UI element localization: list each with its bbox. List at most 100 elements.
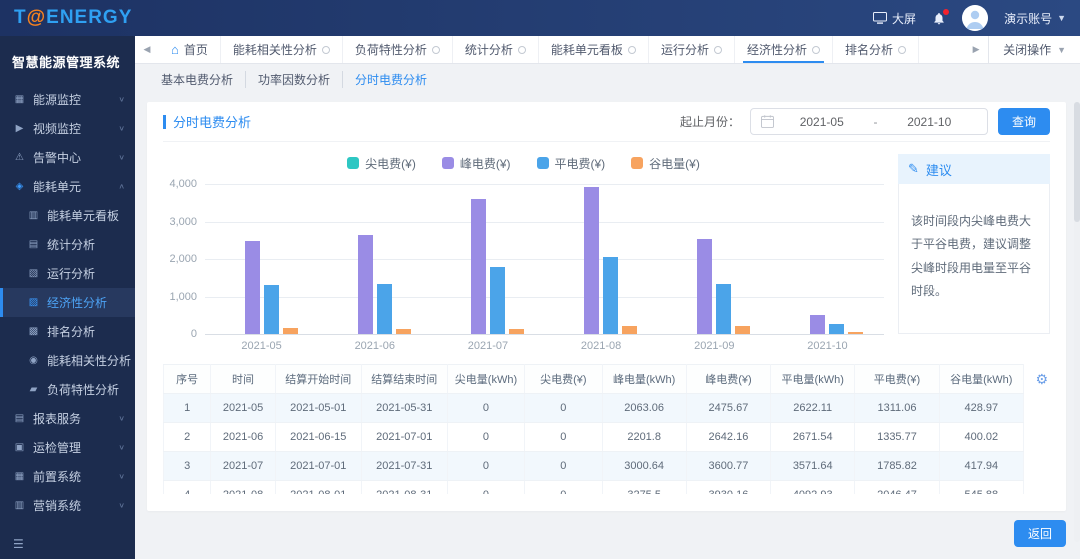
chevron-up-icon: ∧ [118,182,125,191]
sub-tabs-bar: 基本电费分析 功率因数分析 分时电费分析 [135,64,1080,94]
sidebar-item-marketing-system[interactable]: ▥ 营销系统 ∨ [0,491,135,520]
table-cell: 1335.77 [854,422,940,452]
bar-谷电量(¥)-2021-06[interactable] [395,328,411,334]
chevron-down-icon: ▼ [1057,44,1066,55]
notification-bell-button[interactable] [932,8,950,26]
bar-峰电费(¥)-2021-06[interactable] [357,234,373,334]
tab-home[interactable]: ⌂ 首页 [159,36,221,63]
tab-label: 能耗相关性分析 [232,43,317,57]
sidebar-collapse-button[interactable]: ☰ [0,531,135,559]
tab-close-icon[interactable] [897,45,906,54]
table-settings-gear-icon[interactable]: ⚙ [1035,371,1048,388]
sidebar-item-alarm-center[interactable]: ⚠ 告警中心 ∨ [0,143,135,172]
tab-close-icon[interactable] [431,45,440,54]
chevron-down-icon: ∨ [118,95,125,104]
bar-谷电量(¥)-2021-10[interactable] [848,332,864,334]
back-button[interactable]: 返回 [1013,520,1066,547]
bar-谷电量(¥)-2021-07[interactable] [508,329,524,334]
end-month-value[interactable]: 2021-10 [881,115,977,129]
legend-item-峰电费(¥)[interactable]: 峰电费(¥) [441,155,511,172]
logo-text: T [14,7,27,28]
logo-text-rest: ENERGY [46,7,133,28]
bar-平电费(¥)-2021-06[interactable] [376,283,392,334]
sidebar-item-energy-unit-board[interactable]: ▥ 能耗单元看板 [0,201,135,230]
month-range-picker[interactable]: 2021-05 - 2021-10 [749,108,988,135]
subtab-power-factor[interactable]: 功率因数分析 [245,70,342,88]
tab-energy-unit-board[interactable]: 能耗单元看板 [539,36,649,63]
table-cell: 2021-07-01 [361,422,448,452]
alarm-center-icon: ⚠ [15,152,24,163]
sidebar-item-load-characteristic-analysis[interactable]: ▰ 负荷特性分析 [0,375,135,404]
bar-平电费(¥)-2021-07[interactable] [489,267,505,334]
bar-峰电费(¥)-2021-09[interactable] [697,239,713,334]
sidebar-item-front-system[interactable]: ▦ 前置系统 ∨ [0,462,135,491]
tab-close-icon[interactable] [811,45,820,54]
tab-load-characteristic[interactable]: 负荷特性分析 [343,36,453,63]
chart-plot-area: 0 1,000 2,000 3,000 4,000 [169,178,884,340]
table-cell: 2021-05-31 [361,393,448,423]
sidebar-item-ranking-analysis[interactable]: ▩ 排名分析 [0,317,135,346]
sidebar-item-energy-correlation-analysis[interactable]: ◉ 能耗相关性分析 [0,346,135,375]
bar-谷电量(¥)-2021-05[interactable] [282,328,298,334]
bar-平电费(¥)-2021-05[interactable] [263,284,279,334]
tab-stat-analysis[interactable]: 统计分析 [453,36,539,63]
sidebar-item-label: 报表服务 [33,412,82,426]
bar-谷电量(¥)-2021-08[interactable] [622,326,638,334]
bar-峰电费(¥)-2021-05[interactable] [244,241,260,334]
account-menu[interactable]: 演示账号 ▼ [1004,10,1066,27]
scrollbar[interactable] [1074,102,1080,542]
chevron-down-icon: ∨ [118,443,125,452]
sidebar-item-operation-analysis[interactable]: ▧ 运行分析 [0,259,135,288]
tab-close-icon[interactable] [627,45,636,54]
sidebar-item-energy-unit[interactable]: ◈ 能耗单元 ∧ [0,172,135,201]
bar-谷电量(¥)-2021-09[interactable] [735,325,751,334]
avatar[interactable] [962,5,989,31]
tab-operation-analysis[interactable]: 运行分析 [649,36,735,63]
subtab-tou-fee[interactable]: 分时电费分析 [342,70,439,88]
home-icon: ⌂ [171,42,179,57]
table-row[interactable]: 1 2021-05 2021-05-01 2021-05-31 0 0 2063.06 247… [163,393,1025,423]
table-row[interactable]: 42021-082021-08-012021-08-31003275.53930… [163,480,1025,494]
tab-close-icon[interactable] [517,45,526,54]
legend-item-平电费(¥)[interactable]: 平电费(¥) [536,155,605,172]
legend-item-谷电量(¥)[interactable]: 谷电量(¥) [631,155,700,172]
tabs-scroll-left-button[interactable]: ◀ [135,36,159,63]
chevron-down-icon: ∨ [118,501,125,510]
tab-economic-analysis[interactable]: 经济性分析 [735,36,833,63]
tabs-scroll-right-button[interactable]: ▶ [964,36,988,63]
query-button[interactable]: 查询 [997,108,1050,135]
table-cell: 2021-05 [210,393,276,423]
table-header-cell: 谷电量(kWh) [939,364,1025,394]
bar-峰电费(¥)-2021-10[interactable] [810,315,826,334]
bar-峰电费(¥)-2021-07[interactable] [470,198,486,334]
table-cell: 2021-05-01 [275,393,362,423]
bar-平电费(¥)-2021-08[interactable] [603,257,619,334]
start-month-value[interactable]: 2021-05 [774,115,870,129]
tab-ranking-analysis[interactable]: 排名分析 [833,36,919,63]
tab-label: 排名分析 [844,43,893,57]
legend-item-尖电费(¥)[interactable]: 尖电费(¥) [347,155,416,172]
table-row[interactable]: 2 2021-06 2021-06-15 2021-07-01 0 0 2201.8 2642… [163,422,1025,452]
sidebar-item-stat-analysis[interactable]: ▤ 统计分析 [0,230,135,259]
bar-峰电费(¥)-2021-08[interactable] [584,186,600,334]
panel-title: 分时电费分析 [163,112,251,131]
bar-平电费(¥)-2021-10[interactable] [829,323,845,334]
sidebar-item-economic-analysis[interactable]: ▨ 经济性分析 [0,288,135,317]
sidebar-item-maintenance-management[interactable]: ▣ 运检管理 ∨ [0,433,135,462]
bar-平电费(¥)-2021-09[interactable] [716,284,732,334]
big-screen-button[interactable]: 大屏 [873,10,916,27]
close-operations-menu[interactable]: 关闭操作 ▼ [988,36,1080,63]
date-separator: - [873,114,878,129]
sidebar-item-video-monitor[interactable]: ▶ 视频监控 ∨ [0,114,135,143]
tab-energy-correlation[interactable]: 能耗相关性分析 [221,36,343,63]
tab-label: 运行分析 [660,43,709,57]
tab-close-icon[interactable] [321,45,330,54]
x-axis-tick-label: 2021-09 [694,340,735,352]
subtab-basic-fee[interactable]: 基本电费分析 [149,71,245,88]
suggestion-panel: ✎ 建议 该时间段内尖峰电费大于平谷电费，建议调整尖峰时段用电量至平谷时段。 [898,154,1050,352]
tab-close-icon[interactable] [713,45,722,54]
sidebar-item-report-service[interactable]: ▤ 报表服务 ∨ [0,404,135,433]
table-row[interactable]: 3 2021-07 2021-07-01 2021-07-31 0 0 3000.64 360… [163,451,1025,481]
sidebar-item-energy-monitor[interactable]: ▦ 能源监控 ∨ [0,85,135,114]
chevron-down-icon: ∨ [118,153,125,162]
